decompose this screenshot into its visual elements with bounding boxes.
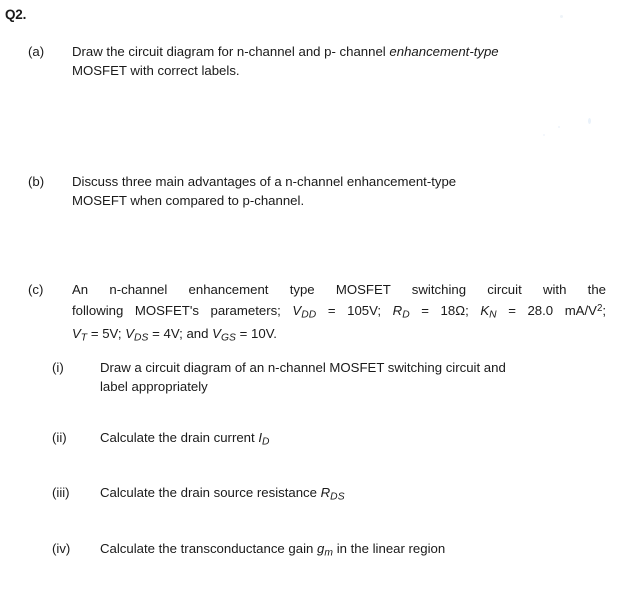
param-vt: VT = 5V; — [72, 325, 125, 343]
part-c-line1-text: An n-channel enhancement type MOSFET swi… — [72, 282, 606, 297]
symbol-drain-source-resistance-subscript: DS — [330, 491, 345, 503]
symbol-transconductance-gain-subscript: m — [324, 547, 334, 559]
subitem-iv-label: (iv) — [52, 541, 71, 556]
param-vgs-subscript: GS — [220, 331, 236, 343]
part-c-line2: following MOSFET's parameters; VDD = 105… — [72, 300, 606, 325]
question-number-heading: Q2. — [5, 7, 27, 22]
scan-artifact-speckle — [588, 118, 591, 124]
subitem-i-body: Draw a circuit diagram of an n-channel M… — [100, 359, 612, 396]
subitem-iv-text: Calculate the transconductance gain — [100, 541, 318, 556]
param-vgs-equals: = — [236, 325, 252, 341]
part-a-line1-emphasis: enhancement-type — [389, 44, 499, 59]
part-a-line2-text: MOSFET with correct labels. — [72, 62, 240, 78]
part-c-line1: An n-channel enhancement type MOSFET swi… — [72, 281, 606, 300]
subitem-i-line2-text: label appropriately — [100, 378, 208, 394]
part-b: (b) Discuss three main advantages of a n… — [28, 173, 608, 210]
param-vt-symbol: V — [72, 325, 81, 341]
param-vdd-equals: = — [316, 302, 348, 318]
subitem-iv-text-suffix: in the linear region — [333, 541, 446, 556]
subitem-i-line1-text: Draw a circuit diagram of an n-channel M… — [100, 360, 506, 375]
subitem-ii-label: (ii) — [52, 430, 67, 445]
param-kn-equals: = — [496, 302, 528, 318]
param-vdd-subscript: DD — [301, 308, 317, 320]
param-vdd-symbol: V — [292, 302, 302, 318]
part-a-body: Draw the circuit diagram for n-channel a… — [72, 43, 608, 80]
param-rd: RD = 18Ω; — [392, 302, 481, 320]
subitem-ii-text: Calculate the drain current — [100, 430, 259, 445]
part-b-body: Discuss three main advantages of a n-cha… — [72, 173, 608, 210]
param-vgs: VGS = 10V. — [212, 325, 277, 343]
param-vdd-sep: ; — [377, 302, 393, 318]
param-kn: KN = 28.0 mA/V2; — [480, 302, 607, 320]
param-vds-subscript: DS — [133, 331, 149, 343]
part-b-label: (b) — [28, 174, 45, 189]
param-kn-sep: ; — [602, 302, 607, 318]
param-kn-symbol: K — [480, 302, 490, 318]
param-rd-sep: ; — [465, 302, 481, 318]
scan-artifact-speckle — [560, 15, 563, 18]
part-c-line2-prefix: following MOSFET's parameters; — [72, 302, 293, 318]
part-c-label: (c) — [28, 282, 44, 297]
part-c-body: An n-channel enhancement type MOSFET swi… — [72, 281, 606, 347]
subitem-i: (i) Draw a circuit diagram of an n-chann… — [52, 359, 612, 396]
subitem-iii-text: Calculate the drain source resistance — [100, 485, 321, 500]
symbol-drain-source-resistance: R — [320, 485, 331, 500]
part-a: (a) Draw the circuit diagram for n-chann… — [28, 43, 608, 80]
param-vds: VDS = 4V; and — [125, 325, 213, 343]
param-rd-symbol: R — [392, 302, 403, 318]
subitem-iii: (iii) Calculate the drain source resista… — [52, 484, 612, 507]
param-vds-equals: = — [148, 325, 164, 341]
param-vdd: VDD = 105V; — [292, 302, 393, 320]
part-c-line3: VT = 5V; VDS = 4V; and VGS = 10V. — [72, 325, 606, 348]
param-vds-symbol: V — [125, 325, 134, 341]
subitem-iii-label: (iii) — [52, 485, 70, 500]
param-vds-sep: ; and — [179, 325, 213, 341]
part-c: (c) An n-channel enhancement type MOSFET… — [28, 281, 606, 347]
param-vt-value: 5V — [102, 325, 118, 341]
subitem-i-label: (i) — [52, 360, 64, 375]
param-vgs-sep: . — [273, 325, 277, 341]
param-rd-equals: = — [409, 302, 441, 318]
part-b-line1-text: Discuss three main advantages of a n-cha… — [72, 174, 457, 189]
subitem-iv: (iv) Calculate the transconductance gain… — [52, 540, 612, 563]
part-a-label: (a) — [28, 44, 45, 59]
subitem-iv-body: Calculate the transconductance gain gm i… — [100, 540, 612, 563]
param-vgs-symbol: V — [212, 325, 221, 341]
subitem-iii-body: Calculate the drain source resistance RD… — [100, 484, 612, 507]
subitem-ii-body: Calculate the drain current ID — [100, 429, 612, 452]
scan-artifact-speckle — [543, 134, 545, 136]
param-kn-subscript: N — [489, 308, 497, 320]
param-vdd-value: 105V — [347, 302, 378, 318]
param-kn-value: 28.0 mA/V — [527, 302, 597, 318]
subitem-ii: (ii) Calculate the drain current ID — [52, 429, 612, 452]
param-rd-value: 18Ω — [440, 302, 466, 318]
param-vds-value: 4V — [163, 325, 180, 341]
param-vt-equals: = — [87, 325, 103, 341]
symbol-drain-current-subscript: D — [262, 436, 270, 448]
scan-artifact-speckle — [558, 126, 560, 128]
param-vgs-value: 10V — [251, 325, 274, 341]
document-page: Q2. (a) Draw the circuit diagram for n-c… — [0, 0, 636, 606]
part-a-line1-text: Draw the circuit diagram for n-channel a… — [72, 44, 390, 59]
part-b-line2-text: MOSEFT when compared to p-channel. — [72, 192, 305, 208]
param-rd-subscript: D — [402, 308, 410, 320]
